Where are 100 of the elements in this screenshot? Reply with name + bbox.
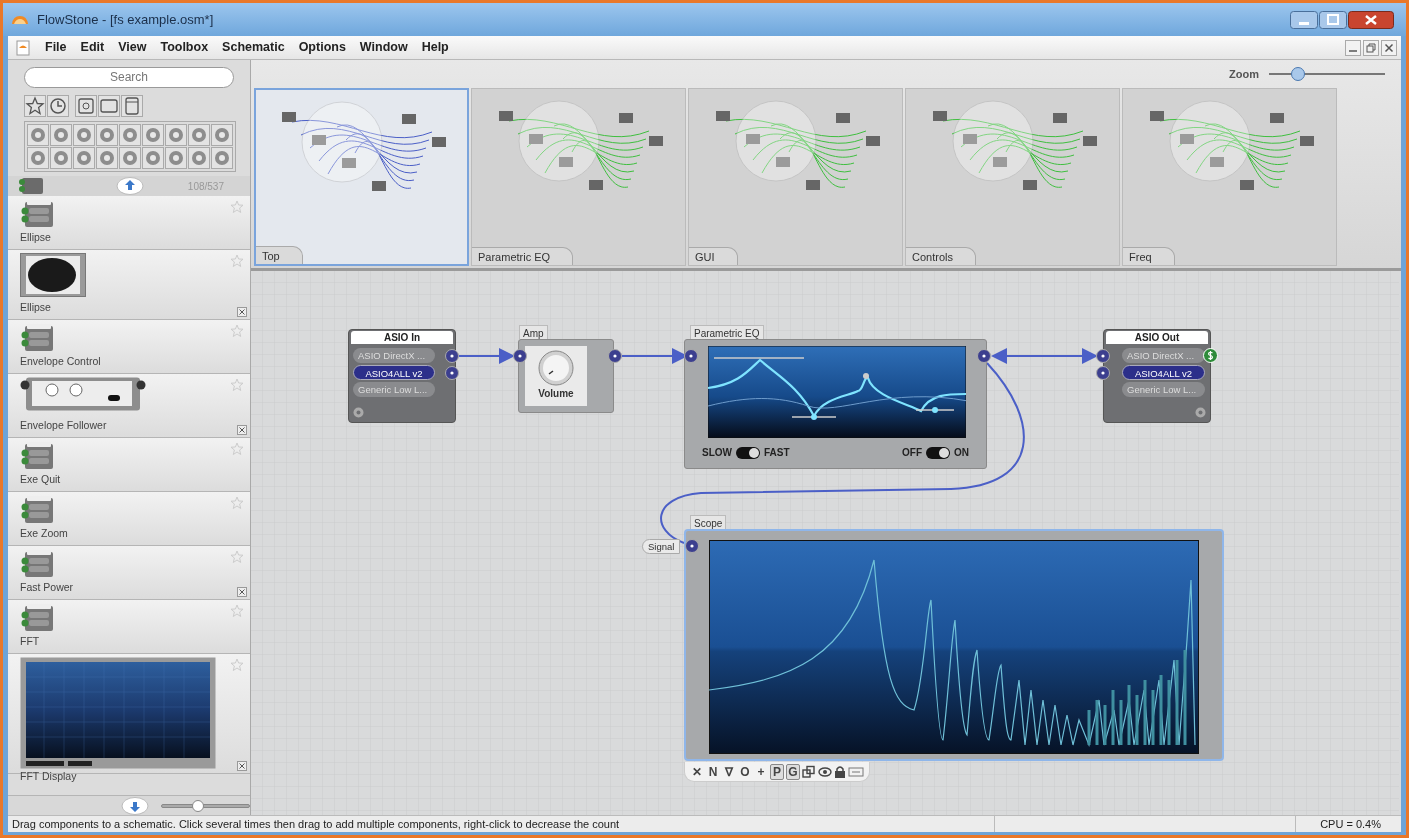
page-tab[interactable]: Parametric EQ	[472, 247, 574, 265]
favorite-star-icon[interactable]	[230, 604, 244, 618]
gear-icon[interactable]	[353, 407, 364, 418]
category-icon[interactable]	[211, 147, 233, 169]
category-icon[interactable]	[142, 124, 164, 146]
category-icon[interactable]	[188, 124, 210, 146]
favorite-star-icon[interactable]	[230, 254, 244, 268]
restore-icon[interactable]	[1363, 39, 1379, 56]
close-icon[interactable]	[237, 761, 247, 771]
page-tab[interactable]: Controls	[906, 247, 976, 265]
toolbar-button[interactable]: O	[738, 763, 752, 780]
category-icon[interactable]	[211, 124, 233, 146]
close-icon[interactable]	[237, 425, 247, 435]
component-name[interactable]: FFT Display	[20, 769, 238, 785]
toggle-label: FAST	[764, 446, 790, 460]
size-slider[interactable]	[160, 799, 250, 812]
module-icon[interactable]	[121, 95, 143, 117]
maximize-icon[interactable]	[1319, 10, 1347, 29]
menu-item[interactable]: Schematic	[215, 38, 292, 57]
menu-item[interactable]: View	[111, 38, 154, 57]
scroll-up-icon[interactable]	[116, 177, 144, 195]
category-icon[interactable]	[96, 147, 118, 169]
category-icon[interactable]	[119, 147, 141, 169]
minimize-icon[interactable]	[1290, 10, 1318, 29]
close-icon[interactable]	[237, 587, 247, 597]
toggle-switch[interactable]	[736, 446, 760, 459]
minimize-icon[interactable]	[1345, 39, 1361, 56]
menu-item[interactable]: File	[38, 38, 74, 57]
lock-icon[interactable]	[834, 764, 846, 779]
page-thumbnail[interactable]: Top	[254, 88, 469, 266]
equalizer-module[interactable]: SLOW FAST OFF ON	[684, 339, 987, 469]
window-icon[interactable]	[75, 95, 97, 117]
module-preview-drawing	[20, 495, 56, 525]
copy-icon[interactable]	[802, 764, 816, 779]
eye-icon[interactable]	[818, 764, 832, 779]
page-thumbnail[interactable]: Controls	[905, 88, 1120, 266]
module-preview-drawing	[20, 199, 56, 229]
close-icon[interactable]	[1381, 39, 1397, 56]
close-icon[interactable]	[1348, 10, 1394, 29]
category-icon[interactable]	[142, 147, 164, 169]
category-icon[interactable]	[27, 147, 49, 169]
document-icon[interactable]	[16, 39, 30, 56]
knob-label: Volume	[538, 387, 574, 401]
favorite-star-icon[interactable]	[230, 378, 244, 392]
amp-module[interactable]: Volume	[518, 339, 614, 413]
favorite-star-icon[interactable]	[230, 550, 244, 564]
category-icon[interactable]	[188, 147, 210, 169]
category-icon[interactable]	[73, 124, 95, 146]
close-icon[interactable]	[237, 307, 247, 317]
panel-icon[interactable]	[98, 95, 120, 117]
scope-module[interactable]	[684, 529, 1224, 761]
device-option[interactable]: ASIO4ALL v2	[353, 365, 435, 380]
toolbar-button[interactable]: +	[754, 763, 768, 780]
slider-thumb[interactable]	[191, 799, 204, 812]
volume-knob[interactable]	[538, 350, 574, 386]
zoom-slider[interactable]	[1269, 67, 1385, 81]
favorite-star-icon[interactable]	[230, 324, 244, 338]
category-icon[interactable]	[96, 124, 118, 146]
menu-item[interactable]: Window	[352, 38, 415, 57]
clock-icon[interactable]	[47, 95, 69, 117]
category-icon[interactable]	[119, 124, 141, 146]
toolbar-button[interactable]: ∇	[722, 763, 736, 780]
asio-module[interactable]: ASIO In ASIO DirectX ... ASIO4ALL v2 Generic Low L...	[348, 329, 456, 423]
page-thumbnail[interactable]: Parametric EQ	[471, 88, 686, 266]
page-thumbnail[interactable]: GUI	[688, 88, 903, 266]
module-preview-drawing	[20, 603, 56, 633]
category-icon[interactable]	[73, 147, 95, 169]
connection-wire	[457, 348, 515, 364]
favorite-star-icon[interactable]	[230, 442, 244, 456]
toolbar-button[interactable]: ✕	[690, 763, 704, 780]
favorite-star-icon[interactable]	[230, 496, 244, 510]
gear-icon[interactable]	[1195, 407, 1206, 418]
device-option[interactable]: ASIO4ALL v2	[1122, 365, 1205, 380]
slider-thumb[interactable]	[1291, 67, 1306, 81]
module-title: Parametric EQ	[690, 325, 764, 339]
scroll-down-icon[interactable]	[121, 796, 149, 815]
asio-module[interactable]: ASIO Out ASIO DirectX ... ASIO4ALL v2 Generic Low L...	[1103, 329, 1211, 423]
category-icon[interactable]	[50, 124, 72, 146]
favorite-star-icon[interactable]	[230, 658, 244, 672]
favorite-star-icon[interactable]	[230, 200, 244, 214]
page-thumbnail[interactable]: Freq	[1122, 88, 1337, 266]
category-icon[interactable]	[165, 147, 187, 169]
toolbar-button[interactable]: G	[786, 763, 800, 780]
page-tab[interactable]: GUI	[689, 247, 738, 265]
category-icon[interactable]	[27, 124, 49, 146]
page-tab[interactable]: Top	[256, 246, 303, 264]
search-field[interactable]: Search	[24, 66, 234, 88]
menu-item[interactable]: Options	[291, 38, 353, 57]
menu-item[interactable]: Help	[414, 38, 456, 57]
toggle-label: OFF	[902, 446, 922, 460]
toggle-switch[interactable]	[926, 446, 950, 459]
toolbar-button[interactable]: P	[770, 763, 784, 780]
toolbar-button[interactable]: N	[706, 763, 720, 780]
menu-item[interactable]: Toolbox	[153, 38, 216, 57]
page-tab[interactable]: Freq	[1123, 247, 1175, 265]
category-icon[interactable]	[165, 124, 187, 146]
category-icon[interactable]	[50, 147, 72, 169]
star-icon[interactable]	[24, 95, 46, 117]
window-title: FlowStone - [fs example.osm*]	[37, 10, 214, 29]
menu-item[interactable]: Edit	[73, 38, 112, 57]
